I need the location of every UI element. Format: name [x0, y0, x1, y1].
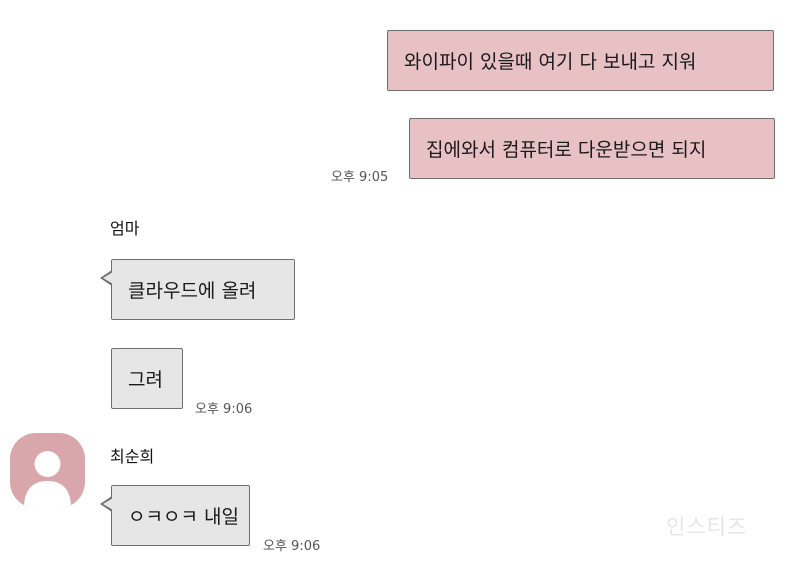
bubble-tail-fill: [103, 498, 113, 510]
message-text: 클라우드에 올려: [128, 280, 257, 302]
message-text: 와이파이 있을때 여기 다 보내고 지워: [404, 51, 697, 73]
message-timestamp: 오후 9:05: [331, 170, 389, 185]
avatar[interactable]: [10, 433, 85, 508]
incoming-message-bubble[interactable]: 그려: [111, 348, 183, 409]
bubble-tail-fill: [103, 272, 113, 284]
message-text: 그려: [128, 369, 163, 391]
message-text: 집에와서 컴퓨터로 다운받으면 되지: [426, 139, 707, 161]
outgoing-message-bubble[interactable]: 와이파이 있을때 여기 다 보내고 지워: [387, 30, 774, 91]
message-timestamp: 오후 9:06: [195, 402, 253, 417]
incoming-message-bubble[interactable]: 클라우드에 올려: [111, 259, 295, 320]
sender-name: 엄마: [110, 219, 140, 238]
message-text: ㅇㅋㅇㅋ 내일: [128, 506, 239, 528]
watermark: 인스티즈: [666, 515, 748, 539]
message-timestamp: 오후 9:06: [263, 539, 321, 554]
outgoing-message-bubble[interactable]: 집에와서 컴퓨터로 다운받으면 되지: [409, 118, 775, 179]
sender-name: 최순희: [110, 447, 155, 466]
incoming-message-bubble[interactable]: ㅇㅋㅇㅋ 내일: [111, 485, 250, 546]
person-silhouette-icon: [24, 451, 71, 508]
